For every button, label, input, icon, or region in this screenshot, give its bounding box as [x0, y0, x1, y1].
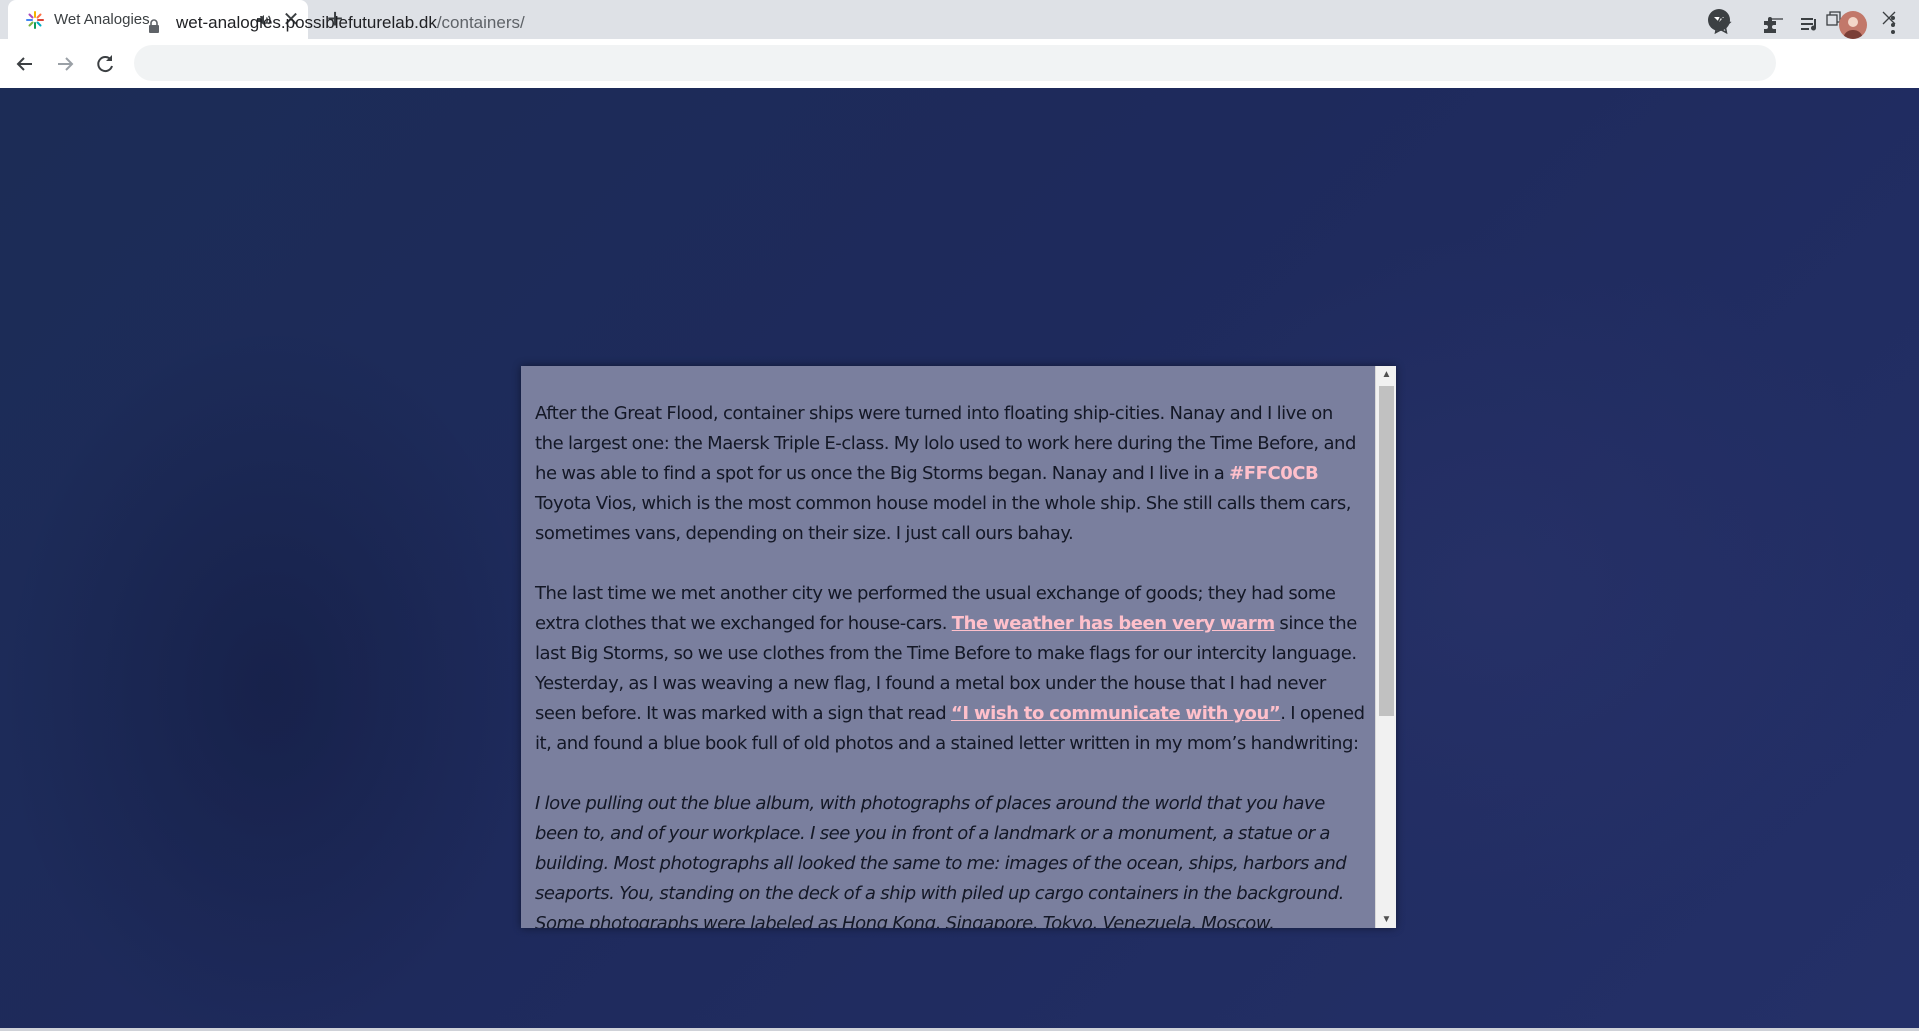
tab-title: Wet Analogies — [54, 11, 150, 28]
color-highlight: #FFC0CB — [1229, 463, 1319, 484]
address-bar[interactable] — [134, 45, 1776, 81]
profile-avatar[interactable] — [1839, 11, 1867, 39]
back-arrow-icon[interactable] — [12, 51, 38, 77]
story-paragraph-1: After the Great Flood, container ships w… — [535, 399, 1365, 549]
url-path: /containers/ — [436, 13, 525, 32]
weather-link[interactable]: The weather has been very warm — [952, 613, 1275, 634]
scroll-down-arrow-icon[interactable]: ▼ — [1376, 911, 1396, 928]
scrollbar-thumb[interactable] — [1379, 386, 1394, 716]
p1-text-after: Toyota Vios, which is the most common ho… — [535, 493, 1352, 544]
media-controls-icon[interactable] — [1797, 12, 1823, 38]
story-panel[interactable]: After the Great Flood, container ships w… — [521, 366, 1396, 928]
forward-arrow-icon[interactable] — [52, 51, 78, 77]
story-paragraph-2: The last time we met another city we per… — [535, 579, 1365, 759]
scroll-up-arrow-icon[interactable]: ▲ — [1376, 366, 1396, 383]
url-text[interactable]: wet-analogies.possiblefuturelab.dk/conta… — [176, 13, 525, 33]
lock-icon[interactable] — [148, 19, 160, 33]
extensions-puzzle-icon[interactable] — [1758, 12, 1784, 38]
site-favicon-icon — [26, 11, 44, 29]
letter-paragraph: I love pulling out the blue album, with … — [535, 793, 1347, 928]
reload-icon[interactable] — [92, 51, 118, 77]
panel-scrollbar[interactable]: ▲ ▼ — [1375, 366, 1396, 928]
bookmark-star-icon[interactable] — [1708, 12, 1734, 38]
browser-toolbar — [0, 39, 1919, 89]
story-text: After the Great Flood, container ships w… — [535, 399, 1365, 928]
more-menu-icon[interactable] — [1880, 12, 1906, 38]
communicate-link[interactable]: “I wish to communicate with you” — [951, 703, 1281, 724]
url-domain: wet-analogies.possiblefuturelab.dk — [176, 13, 437, 32]
page-background: After the Great Flood, container ships w… — [0, 88, 1919, 1031]
